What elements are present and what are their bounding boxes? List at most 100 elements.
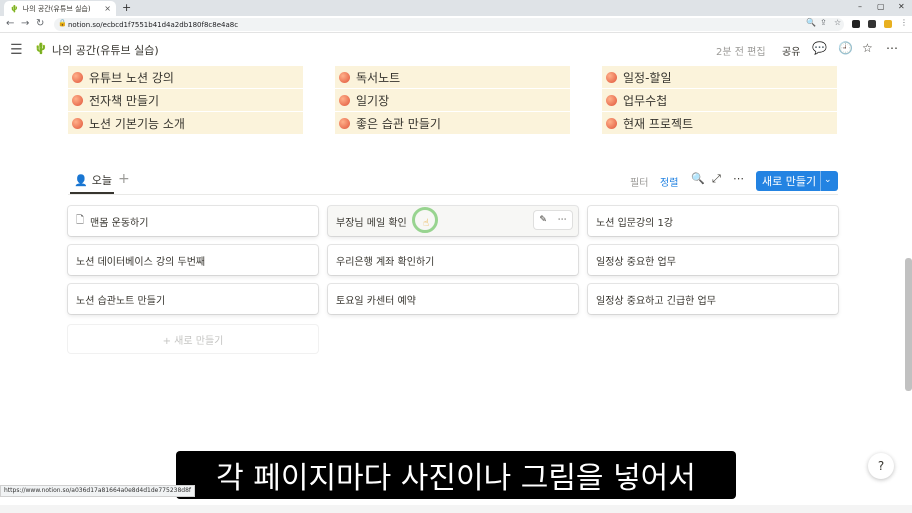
board-card[interactable]: 토요일 카센터 예약	[328, 284, 578, 314]
zoom-icon[interactable]: 🔍	[806, 18, 816, 27]
link-block[interactable]: 좋은 습관 만들기	[335, 112, 570, 134]
document-icon: 🗋	[76, 214, 85, 226]
card-title: 노션 데이터베이스 강의 두번째	[76, 256, 206, 268]
link-block[interactable]: 유튜브 노션 강의	[68, 66, 303, 88]
back-icon[interactable]: ←	[6, 18, 14, 29]
minimize-button[interactable]: –	[858, 2, 862, 11]
new-item-label: 새로 만들기	[762, 175, 817, 188]
bookmark-star-icon[interactable]: ☆	[834, 18, 841, 27]
peach-icon	[339, 94, 350, 106]
bottom-edge	[0, 505, 912, 513]
sidebar-menu-icon[interactable]: ☰	[10, 42, 23, 58]
link-label: 독서노트	[356, 70, 401, 85]
pencil-icon[interactable]: ✎	[539, 215, 547, 225]
browser-tab-bar: 🌵 나의 공간(유튜브 실습) × + – ▢ ✕	[0, 0, 912, 16]
link-block[interactable]: 노션 기본기능 소개	[68, 112, 303, 134]
hand-cursor-icon: ☝	[423, 218, 430, 229]
board-card[interactable]: 부장님 메일 확인 ✎ ⋯	[328, 206, 578, 236]
cactus-icon: 🌵	[10, 4, 19, 13]
view-divider	[68, 194, 838, 195]
sidepanel-icon[interactable]	[868, 20, 876, 28]
peach-icon	[72, 71, 83, 83]
tab-close-icon[interactable]: ×	[104, 4, 111, 13]
status-url: https://www.notion.so/a036d17a81664a0e8d…	[0, 485, 196, 497]
new-tab-button[interactable]: +	[122, 1, 131, 14]
share-button[interactable]: 공유	[782, 43, 800, 58]
board-card[interactable]: 노션 습관노트 만들기	[68, 284, 318, 314]
browser-tab[interactable]: 🌵 나의 공간(유튜브 실습) ×	[4, 1, 116, 16]
add-card-button[interactable]: + 새로 만들기	[68, 325, 318, 353]
link-label: 일정-할일	[623, 70, 672, 85]
link-label: 노션 기본기능 소개	[89, 116, 185, 131]
favorite-star-icon[interactable]: ☆	[862, 41, 873, 55]
browser-tab-title: 나의 공간(유튜브 실습)	[22, 4, 91, 13]
card-title: 토요일 카센터 예약	[336, 295, 416, 307]
cactus-icon: 🌵	[34, 42, 48, 55]
card-title: 부장님 메일 확인	[336, 217, 407, 229]
card-title: 일정상 중요한 업무	[596, 256, 676, 268]
card-title: 맨몸 운동하기	[90, 217, 149, 229]
menu-kebab-icon[interactable]: ⋮	[900, 18, 908, 27]
page-title[interactable]: 나의 공간(유튜브 실습)	[52, 42, 159, 58]
profile-avatar[interactable]	[884, 20, 892, 28]
sort-button[interactable]: 정렬	[660, 174, 678, 189]
help-button[interactable]: ?	[868, 453, 894, 479]
maximize-button[interactable]: ▢	[877, 2, 885, 11]
card-more-icon[interactable]: ⋯	[558, 215, 567, 225]
link-block[interactable]: 전자책 만들기	[68, 89, 303, 111]
link-block[interactable]: 독서노트	[335, 66, 570, 88]
card-title: 일정상 중요하고 긴급한 업무	[596, 295, 716, 307]
last-edited-text: 2분 전 편집	[716, 47, 766, 58]
page-scrollbar[interactable]	[905, 258, 912, 391]
link-label: 현재 프로젝트	[623, 116, 694, 131]
reload-icon[interactable]: ↻	[36, 18, 44, 29]
share-page-icon[interactable]: ⇪	[820, 18, 827, 27]
link-label: 일기장	[356, 93, 390, 108]
url-field[interactable]: 🔒 notion.so/ecbcd1f7551b41d4a2db180f8c8e…	[54, 18, 844, 31]
link-block[interactable]: 일기장	[335, 89, 570, 111]
new-item-button[interactable]: 새로 만들기 ⌄	[756, 171, 838, 191]
search-icon[interactable]: 🔍	[691, 172, 705, 185]
video-subtitle: 각 페이지마다 사진이나 그림을 넣어서	[176, 451, 736, 499]
peach-icon	[606, 94, 617, 106]
board-card[interactable]: 일정상 중요하고 긴급한 업무	[588, 284, 838, 314]
peach-icon	[72, 94, 83, 106]
board-card[interactable]: 🗋 맨몸 운동하기	[68, 206, 318, 236]
extension-icon[interactable]	[852, 20, 860, 28]
view-tab-label: 오늘	[91, 174, 112, 187]
card-title: 우리은행 계좌 확인하기	[336, 256, 435, 268]
chevron-down-icon[interactable]: ⌄	[824, 175, 832, 185]
button-separator	[820, 171, 821, 191]
board-card[interactable]: 노션 데이터베이스 강의 두번째	[68, 245, 318, 275]
board-card[interactable]: 노션 입문강의 1강	[588, 206, 838, 236]
lock-icon: 🔒	[58, 19, 67, 27]
forward-icon[interactable]: →	[21, 18, 29, 29]
link-label: 업무수첩	[623, 93, 668, 108]
close-window-button[interactable]: ✕	[898, 2, 905, 11]
address-bar-row: ← → ↻ 🔒 notion.so/ecbcd1f7551b41d4a2db18…	[0, 16, 912, 33]
card-title: 노션 입문강의 1강	[596, 217, 674, 229]
link-block[interactable]: 현재 프로젝트	[602, 112, 837, 134]
card-actions: ✎ ⋯	[534, 211, 572, 229]
board-card[interactable]: 일정상 중요한 업무	[588, 245, 838, 275]
url-text: notion.so/ecbcd1f7551b41d4a2db180f8c8e4a…	[68, 20, 239, 29]
filter-button[interactable]: 필터	[630, 174, 648, 189]
add-view-icon[interactable]: +	[118, 171, 130, 187]
more-options-icon[interactable]: ⋯	[733, 172, 744, 185]
board-card[interactable]: 우리은행 계좌 확인하기	[328, 245, 578, 275]
bust-icon: 👤	[74, 173, 88, 187]
link-label: 좋은 습관 만들기	[356, 116, 441, 131]
peach-icon	[339, 117, 350, 129]
link-label: 유튜브 노션 강의	[89, 70, 174, 85]
link-label: 전자책 만들기	[89, 93, 160, 108]
more-icon[interactable]: ⋯	[886, 41, 898, 55]
expand-icon[interactable]: ⤢	[712, 172, 721, 186]
comment-icon[interactable]: 💬	[812, 41, 827, 55]
link-block[interactable]: 업무수첩	[602, 89, 837, 111]
clock-icon[interactable]: 🕘	[838, 41, 853, 55]
card-title: 노션 습관노트 만들기	[76, 295, 166, 307]
link-block[interactable]: 일정-할일	[602, 66, 837, 88]
view-tab-today[interactable]: 👤 오늘	[74, 172, 112, 188]
notion-topbar: ☰ 🌵 나의 공간(유튜브 실습) 2분 전 편집 공유 💬 🕘 ☆ ⋯	[0, 33, 912, 65]
peach-icon	[72, 117, 83, 129]
